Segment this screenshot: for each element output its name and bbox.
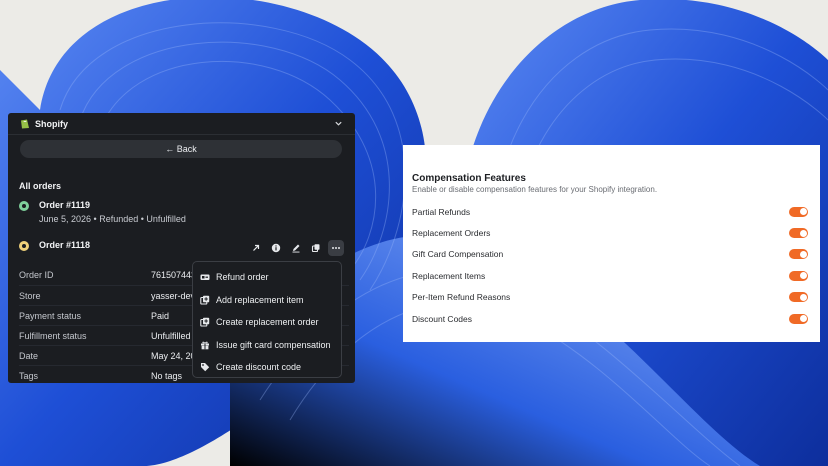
menu-item-label: Create discount code [216,362,302,373]
section-title: All orders [19,181,62,191]
card-subtitle: Enable or disable compensation features … [412,185,658,194]
order-list-item[interactable]: Order #1119 June 5, 2026 • Refunded • Un… [19,200,186,224]
feature-row: Replacement Orders [412,222,808,243]
detail-value: May 24, 20 [151,350,196,361]
detail-value: 761507443 [151,270,197,280]
menu-item-label: Add replacement item [216,294,304,305]
refund-icon [200,274,210,281]
detail-label: Date [19,350,39,361]
toggle-replacement-items[interactable] [789,270,808,281]
external-link-icon[interactable] [248,240,264,256]
detail-label: Order ID [19,270,54,280]
chevron-down-icon[interactable] [334,119,343,128]
shopify-panel: Shopify ← Back All orders Order #1119 Ju… [8,113,355,383]
more-icon[interactable] [328,240,344,256]
panel-header[interactable]: Shopify [8,113,355,135]
feature-row: Gift Card Compensation [412,244,808,265]
feature-row: Partial Refunds [412,201,808,222]
menu-item-label: Create replacement order [216,317,319,328]
detail-label: Payment status [19,310,82,321]
toggle-partial-refunds[interactable] [789,206,808,217]
info-icon[interactable] [268,240,284,256]
detail-value: No tags [151,370,183,381]
order-number: Order #1119 [39,200,91,210]
feature-row: Discount Codes [412,308,808,329]
feature-label: Partial Refunds [412,206,471,217]
detail-label: Store [19,290,41,301]
card-title: Compensation Features [412,173,526,184]
feature-label: Per-Item Refund Reasons [412,292,511,303]
order-meta: June 5, 2026 • Refunded • Unfulfilled [39,214,186,224]
menu-item-issue-gift-card[interactable]: Issue gift card compensation [193,334,341,357]
order-actions-menu: Refund order Add replacement item Create… [192,261,342,378]
feature-label: Replacement Orders [412,228,491,239]
compensation-features-card: Compensation Features Enable or disable … [403,145,820,342]
order-number: Order #1118 [39,240,91,250]
gift-icon [201,341,209,350]
order-status-icon [19,201,29,211]
copy-icon[interactable] [308,240,324,256]
order-status-icon [19,241,29,251]
back-button[interactable]: ← Back [20,140,342,158]
detail-value: yasser-dev [151,290,196,301]
order-list-item-selected[interactable]: Order #1118 [19,240,90,251]
tag-icon [201,363,210,372]
menu-item-create-discount-code[interactable]: Create discount code [193,356,341,379]
toggle-replacement-orders[interactable] [789,228,808,239]
order-actions [248,240,344,256]
menu-item-add-replacement-item[interactable]: Add replacement item [193,289,341,312]
detail-label: Tags [19,370,39,381]
feature-row: Replacement Items [412,265,808,286]
edit-icon[interactable] [288,240,304,256]
feature-list: Partial Refunds Replacement Orders Gift … [412,201,808,329]
menu-item-label: Issue gift card compensation [216,339,331,350]
feature-row: Per-Item Refund Reasons [412,287,808,308]
feature-label: Discount Codes [412,313,473,324]
detail-label: Fulfillment status [19,330,87,341]
feature-label: Replacement Items [412,270,486,281]
shopify-logo-icon [21,119,29,129]
menu-item-refund-order[interactable]: Refund order [193,266,341,289]
replacement-item-icon [200,295,210,305]
toggle-gift-card-compensation[interactable] [789,249,808,260]
menu-item-label: Refund order [216,272,269,283]
detail-value: Unfulfilled [151,330,191,341]
toggle-per-item-refund-reasons[interactable] [789,292,808,303]
panel-title: Shopify [35,118,68,129]
menu-item-create-replacement-order[interactable]: Create replacement order [193,311,341,334]
detail-value: Paid [151,310,170,321]
feature-label: Gift Card Compensation [412,249,504,260]
toggle-discount-codes[interactable] [789,313,808,324]
replacement-order-icon [200,318,210,327]
